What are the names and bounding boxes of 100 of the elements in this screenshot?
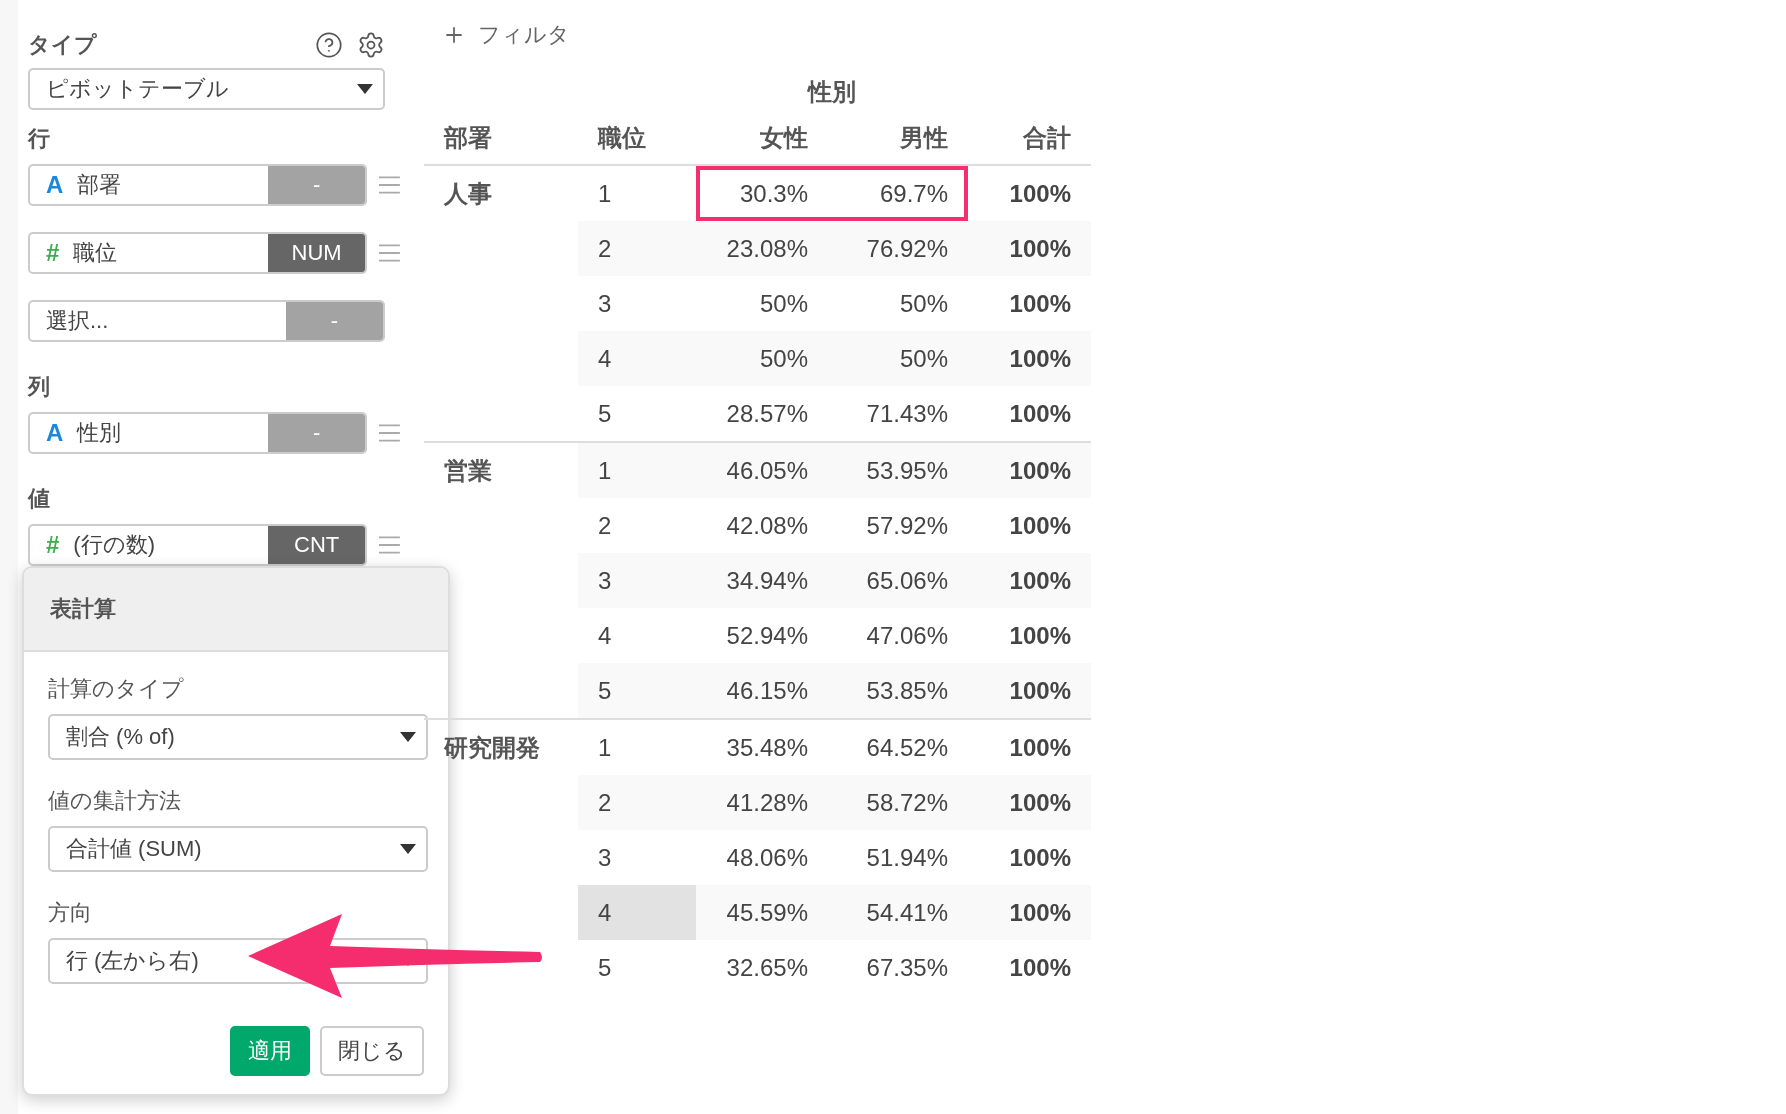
field-selector[interactable]: A 性別 - (28, 412, 368, 454)
field-selector[interactable]: # 職位 NUM (28, 232, 368, 274)
department-cell: 営業 (444, 456, 492, 484)
total-cell: 100% (968, 276, 1091, 331)
type-label: タイプ (28, 31, 97, 59)
popover-title: 表計算 (50, 595, 116, 623)
field-name: 職位 (73, 239, 118, 267)
close-button[interactable]: 閉じる (320, 1026, 424, 1076)
caret-icon (357, 84, 373, 94)
total-cell: 100% (968, 885, 1091, 940)
total-cell: 100% (968, 830, 1091, 885)
field-name: 性別 (77, 419, 122, 447)
percent-cell: 32.65% (696, 940, 828, 995)
percent-cell: 50% (828, 331, 968, 386)
percent-cell: 46.05% (696, 442, 828, 498)
settings-icon[interactable] (357, 31, 385, 59)
section-label: 値 (28, 485, 51, 513)
position-cell: 5 (578, 663, 696, 719)
percent-cell: 52.94% (696, 608, 828, 663)
help-icon[interactable] (315, 31, 343, 59)
caret-icon (400, 732, 416, 742)
total-cell: 100% (968, 165, 1091, 221)
column-header: 職位 (578, 122, 696, 165)
section-label: 列 (28, 373, 51, 401)
drag-handle-icon[interactable] (379, 536, 400, 554)
aggregation-button[interactable]: CNT (268, 526, 366, 564)
percent-cell: 48.06% (696, 830, 828, 885)
department-cell: 人事 (444, 179, 492, 207)
position-cell: 2 (578, 221, 696, 276)
position-cell: 4 (578, 608, 696, 663)
percent-cell: 23.08% (696, 221, 828, 276)
department-cell: 研究開発 (444, 733, 540, 761)
percent-cell: 65.06% (828, 553, 968, 608)
total-cell: 100% (968, 663, 1091, 719)
position-cell: 4 (578, 885, 696, 940)
drag-handle-icon[interactable] (379, 244, 400, 262)
column-header: 部署 (424, 122, 578, 165)
number-type-icon: # (46, 531, 60, 559)
percent-cell: 50% (696, 331, 828, 386)
column-header: 合計 (968, 122, 1091, 165)
total-cell: 100% (968, 442, 1091, 498)
aggregation-button[interactable]: NUM (268, 234, 366, 272)
position-cell: 2 (578, 775, 696, 830)
position-cell: 1 (578, 442, 696, 498)
percent-cell: 71.43% (828, 386, 968, 442)
field-name: (行の数) (73, 531, 155, 559)
percent-cell: 47.06% (828, 608, 968, 663)
chart-type-select[interactable]: ピボットテーブル (28, 68, 385, 110)
drag-handle-icon[interactable] (379, 424, 400, 442)
column-header: 男性 (828, 122, 968, 165)
percent-cell: 64.52% (828, 719, 968, 775)
total-cell: 100% (968, 498, 1091, 553)
position-cell: 2 (578, 498, 696, 553)
caret-icon (400, 844, 416, 854)
percent-cell: 34.94% (696, 553, 828, 608)
position-cell: 5 (578, 386, 696, 442)
field-selector[interactable]: A 部署 - (28, 164, 368, 206)
position-cell: 3 (578, 830, 696, 885)
position-cell: 4 (578, 331, 696, 386)
percent-cell: 58.72% (828, 775, 968, 830)
field-label: 方向 (48, 899, 93, 927)
percent-cell: 46.15% (696, 663, 828, 719)
percent-cell: 42.08% (696, 498, 828, 553)
position-cell: 3 (578, 276, 696, 331)
dropdown-select[interactable]: 合計値 (SUM) (48, 826, 428, 872)
total-cell: 100% (968, 775, 1091, 830)
percent-cell: 28.57% (696, 386, 828, 442)
section-label: 行 (28, 125, 51, 153)
percent-cell: 54.41% (828, 885, 968, 940)
percent-cell: 45.59% (696, 885, 828, 940)
field-selector[interactable]: # (行の数) CNT (28, 524, 368, 566)
add-filter-button[interactable]: フィルタ (424, 20, 1091, 50)
number-type-icon: # (46, 239, 60, 267)
dropdown-select[interactable]: 割合 (% of) (48, 714, 428, 760)
field-selector[interactable]: 選択... - (28, 300, 385, 342)
column-header: 女性 (696, 122, 828, 165)
percent-cell: 35.48% (696, 719, 828, 775)
total-cell: 100% (968, 940, 1091, 995)
total-cell: 100% (968, 608, 1091, 663)
percent-cell: 69.7% (828, 165, 968, 221)
text-type-icon: A (46, 419, 64, 447)
percent-cell: 67.35% (828, 940, 968, 995)
percent-cell: 57.92% (828, 498, 968, 553)
field-name: 部署 (77, 171, 122, 199)
percent-cell: 53.95% (828, 442, 968, 498)
percent-cell: 51.94% (828, 830, 968, 885)
percent-cell: 41.28% (696, 775, 828, 830)
field-label: 計算のタイプ (48, 675, 185, 703)
total-cell: 100% (968, 719, 1091, 775)
total-cell: 100% (968, 221, 1091, 276)
column-group-header: 性別 (806, 77, 857, 107)
position-cell: 5 (578, 940, 696, 995)
percent-cell: 50% (696, 276, 828, 331)
total-cell: 100% (968, 553, 1091, 608)
percent-cell: 30.3% (696, 165, 828, 221)
percent-cell: 50% (828, 276, 968, 331)
total-cell: 100% (968, 331, 1091, 386)
drag-handle-icon[interactable] (379, 176, 400, 194)
position-cell: 1 (578, 719, 696, 775)
position-cell: 3 (578, 553, 696, 608)
